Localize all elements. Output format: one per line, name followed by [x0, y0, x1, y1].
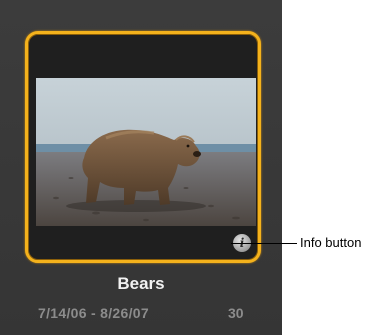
event-title[interactable]: Bears [0, 274, 282, 294]
event-tile-bears[interactable]: i [25, 31, 261, 263]
event-key-photo [36, 78, 256, 226]
callout-leader-line [231, 243, 297, 244]
event-date-range: 7/14/06 - 8/26/07 [38, 305, 149, 321]
event-photo-count: 30 [228, 305, 244, 321]
events-panel: i Bears 7/14/06 - 8/26/07 30 [0, 0, 282, 335]
callout-label: Info button [300, 235, 362, 250]
bear-photo [36, 78, 256, 226]
